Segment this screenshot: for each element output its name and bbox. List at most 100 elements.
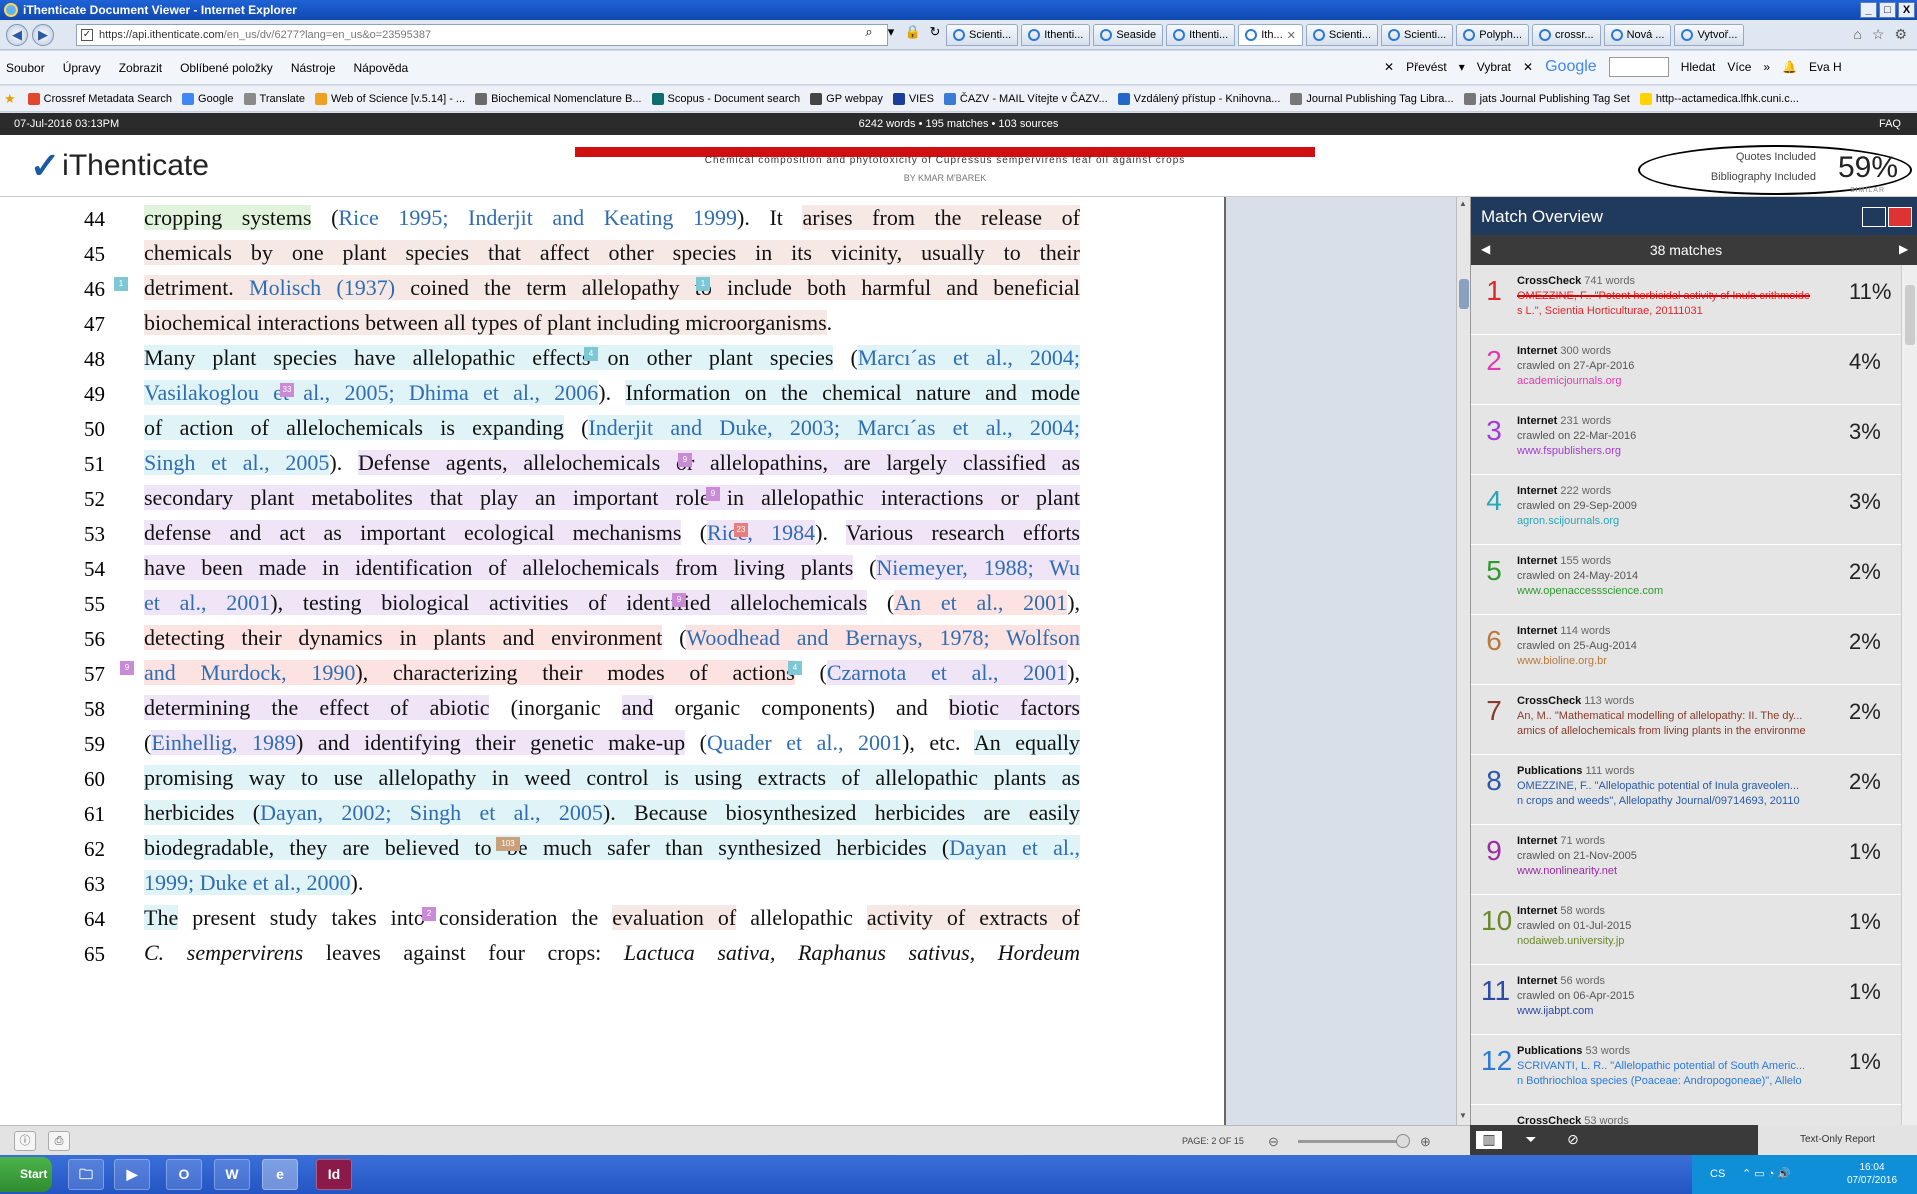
matched-text[interactable]: ), characterizing their modes of actions — [355, 660, 795, 685]
matched-text[interactable]: determining the effect of abiotic — [144, 695, 490, 720]
browser-tab[interactable]: Scienti... — [1381, 24, 1454, 46]
match-item[interactable]: 1 CrossCheck 741 words OMEZZINE, F.. "Pote… — [1471, 265, 1901, 335]
match-marker[interactable]: 9 — [120, 661, 134, 675]
match-source[interactable]: n crops and weeds", Allelopathy Journal/… — [1517, 795, 1847, 807]
scroll-up-icon[interactable]: ▲ — [1459, 199, 1467, 208]
citation-link[interactable]: Vasilakoglou et al., 2005; Dhima et al.,… — [144, 380, 599, 405]
match-marker[interactable]: 1 — [114, 277, 128, 291]
internet-explorer-icon[interactable]: e — [262, 1159, 298, 1190]
match-marker[interactable]: 4 — [788, 661, 802, 675]
match-marker[interactable]: 33 — [280, 383, 294, 397]
outlook-icon[interactable]: O — [166, 1159, 202, 1190]
matched-text[interactable]: biotic factors — [948, 695, 1080, 720]
favorite-link[interactable]: Translate — [243, 92, 305, 105]
text-only-report-button[interactable]: Text-Only Report — [1758, 1125, 1917, 1155]
home-icon[interactable]: ⌂ — [1853, 26, 1861, 43]
match-list-scrollbar[interactable] — [1901, 265, 1917, 1125]
matched-text[interactable]: herbicides ( — [144, 800, 261, 825]
favorites-star-icon[interactable]: ☆ — [1872, 26, 1885, 43]
maximize-button[interactable]: □ — [1879, 2, 1896, 18]
browser-tab-active[interactable]: Ith... ✕ — [1238, 24, 1303, 46]
menu-help[interactable]: Nápověda — [354, 61, 409, 75]
refresh-icon[interactable]: ↻ — [926, 24, 944, 44]
dropdown-icon[interactable]: ▾ — [882, 24, 900, 44]
browser-tab[interactable]: Ithenti... — [1021, 24, 1091, 46]
print-icon[interactable]: ⎙ — [48, 1131, 70, 1151]
language-indicator[interactable]: CS — [1710, 1168, 1725, 1180]
menu-favorites[interactable]: Oblíbené položky — [180, 61, 273, 75]
scroll-thumb[interactable] — [1905, 285, 1915, 345]
match-item[interactable]: 12 Publications 53 words SCRIVANTI, L. R..… — [1471, 1035, 1901, 1105]
favorite-link[interactable]: http--actamedica.lfhk.cuni.c... — [1639, 92, 1799, 105]
menu-view[interactable]: Zobrazit — [119, 61, 162, 75]
match-source[interactable]: agron.scijournals.org — [1517, 515, 1847, 527]
zoom-in-icon[interactable]: ⊕ — [1420, 1134, 1431, 1150]
tab-close-icon[interactable]: ✕ — [1287, 29, 1296, 42]
chart-view-icon[interactable] — [1888, 207, 1912, 227]
match-marker[interactable]: 2 — [422, 907, 436, 921]
match-source[interactable]: www.fspublishers.org — [1517, 445, 1847, 457]
chevron-down-icon[interactable]: ▾ — [1459, 60, 1465, 74]
browser-tab[interactable]: Seaside — [1093, 24, 1164, 46]
match-item[interactable]: 7 CrossCheck 113 words An, M.. "Mathematic… — [1471, 685, 1901, 755]
matched-text[interactable]: secondary plant metabolites that play an… — [144, 485, 1080, 510]
match-source[interactable]: s L.", Scientia Horticulturae, 20111031 — [1517, 305, 1847, 317]
match-item[interactable]: 6 Internet 114 words crawled on 25-Aug-201… — [1471, 615, 1901, 685]
match-source[interactable]: n Bothriochloa species (Poaceae: Andropo… — [1517, 1075, 1847, 1087]
citation-link[interactable]: An et al., 2001 — [894, 590, 1068, 615]
matched-text[interactable]: An equally — [973, 730, 1080, 755]
favorite-link[interactable]: jats Journal Publishing Tag Set — [1463, 92, 1630, 105]
matched-text[interactable]: The — [144, 905, 179, 930]
bell-icon[interactable]: 🔔 — [1782, 60, 1797, 74]
close-button[interactable]: X — [1898, 2, 1915, 18]
match-marker[interactable]: 9 — [672, 593, 686, 607]
matched-text[interactable]: Many plant species have allelopathic eff… — [144, 345, 834, 370]
next-match-icon[interactable]: ▶ — [1899, 242, 1908, 256]
match-item[interactable]: 9 Internet 71 words crawled on 21-Nov-2005… — [1471, 825, 1901, 895]
matched-text[interactable]: evaluation of — [612, 905, 737, 930]
favorite-link[interactable]: Vzdálený přístup - Knihovna... — [1117, 92, 1280, 105]
settings-gear-icon[interactable]: ⚙ — [1894, 26, 1907, 43]
match-marker[interactable]: 1 — [696, 277, 710, 291]
match-item[interactable]: 10 Internet 58 words crawled on 01-Jul-201… — [1471, 895, 1901, 965]
matched-text[interactable]: Defense agents, allelochemicals or allel… — [358, 450, 1080, 475]
favorite-link[interactable]: GP webpay — [810, 92, 883, 105]
citation-link[interactable]: et al., 2001 — [144, 590, 271, 615]
google-search-input[interactable] — [1608, 57, 1669, 77]
close-toolbar-icon[interactable]: ✕ — [1384, 60, 1394, 74]
match-marker[interactable]: 103 — [496, 837, 520, 851]
match-source[interactable]: amics of allelochemicals from living pla… — [1517, 725, 1847, 737]
citation-link[interactable]: and Murdock, 1990 — [144, 660, 356, 685]
zoom-out-icon[interactable]: ⊖ — [1268, 1134, 1279, 1150]
browser-tab[interactable]: Vytvoř... — [1674, 24, 1745, 46]
matched-text[interactable]: have been made in identification of alle… — [144, 555, 854, 580]
match-item[interactable]: 4 Internet 222 words crawled on 29-Sep-200… — [1471, 475, 1901, 545]
start-button[interactable]: Start — [0, 1157, 52, 1192]
zoom-slider[interactable] — [1298, 1140, 1408, 1143]
favorite-link[interactable]: Biochemical Nomenclature B... — [475, 92, 642, 105]
match-item[interactable]: 2 Internet 300 words crawled on 27-Apr-201… — [1471, 335, 1901, 405]
matched-text[interactable]: ). Because biosynthesized herbicides are… — [602, 800, 1081, 825]
match-marker[interactable]: 23 — [734, 523, 748, 537]
convert-button[interactable]: Převést — [1406, 60, 1447, 74]
matched-text[interactable]: ) and identifying their genetic make-up — [296, 730, 686, 755]
citation-link[interactable]: Czarnota et al., 2001 — [826, 660, 1068, 685]
back-icon[interactable]: ◀ — [6, 24, 28, 46]
address-bar[interactable]: ✓ https://api.ithenticate.com /en_us/dv/… — [76, 24, 888, 46]
match-source[interactable]: www.bioline.org.br — [1517, 655, 1847, 667]
browser-tab[interactable]: Scienti... — [1305, 24, 1379, 46]
match-item[interactable]: 11 Internet 56 words crawled on 06-Apr-201… — [1471, 965, 1901, 1035]
match-source[interactable]: academicjournals.org — [1517, 375, 1847, 387]
match-marker[interactable]: 4 — [584, 347, 598, 361]
forward-icon[interactable]: ▶ — [32, 24, 54, 46]
matched-text[interactable]: detriment. — [144, 275, 250, 300]
tray-icons[interactable]: ⌃ ▭ ◔ 🔊 — [1742, 1167, 1791, 1180]
chevron-right-icon[interactable]: » — [1763, 60, 1770, 74]
citation-link[interactable]: Niemeyer, 1988; Wu — [876, 555, 1081, 580]
citation-link[interactable]: Einhellig, 1989 — [151, 730, 297, 755]
match-item[interactable]: 3 Internet 231 words crawled on 22-Mar-201… — [1471, 405, 1901, 475]
browser-tab[interactable]: Ithenti... — [1166, 24, 1236, 46]
media-player-icon[interactable]: ▶ — [114, 1159, 150, 1190]
matched-text[interactable]: Information on the chemical nature and m… — [625, 380, 1081, 405]
citation-link[interactable]: Rice, 1984 — [707, 520, 816, 545]
